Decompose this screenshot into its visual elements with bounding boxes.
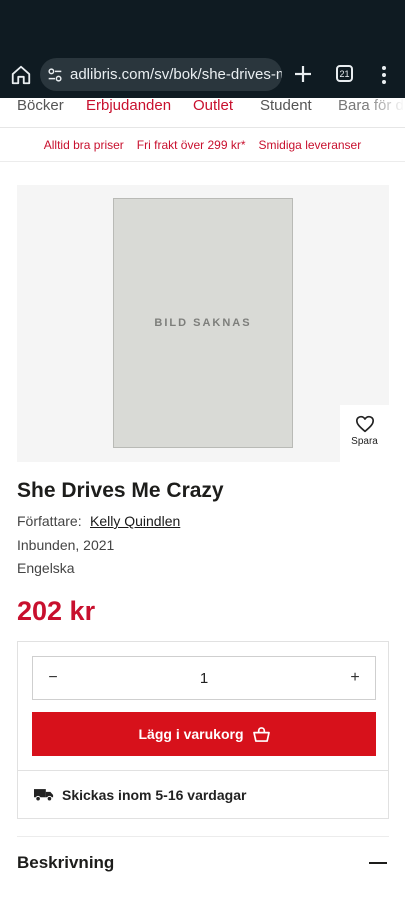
decrement-button[interactable]: − — [45, 669, 61, 687]
url-text[interactable]: adlibris.com/sv/bok/she-drives-me — [70, 66, 282, 83]
placeholder-text: BILD SAKNAS — [154, 317, 252, 329]
nav-item-outlet[interactable]: Outlet — [193, 98, 233, 114]
nav-fade — [365, 98, 405, 127]
site-settings-icon[interactable] — [46, 66, 64, 84]
tab-switcher-icon[interactable]: 21 — [336, 65, 353, 82]
usp-free-shipping: Fri frakt över 299 kr* — [136, 137, 246, 152]
nav-item-student[interactable]: Student — [260, 98, 312, 114]
usp-bar: Alltid bra priser Fri frakt över 299 kr*… — [0, 128, 405, 162]
author-link[interactable]: Kelly Quindlen — [90, 513, 180, 529]
tab-count: 21 — [339, 68, 350, 79]
category-nav: Böcker Erbjudanden Outlet Student Bara f… — [0, 98, 405, 128]
nav-item-erbjudanden[interactable]: Erbjudanden — [86, 98, 171, 114]
collapse-icon[interactable] — [369, 861, 387, 864]
shipping-text: Skickas inom 5-16 vardagar — [62, 787, 247, 803]
overflow-menu-icon[interactable] — [378, 64, 390, 86]
increment-button[interactable]: + — [347, 669, 363, 687]
product-price: 202 kr — [17, 596, 96, 626]
home-icon[interactable] — [10, 64, 32, 86]
missing-image-placeholder: BILD SAKNAS — [113, 198, 293, 448]
new-tab-icon[interactable] — [293, 64, 313, 84]
author-label: Författare: — [17, 513, 82, 529]
product-language: Engelska — [17, 560, 75, 576]
quantity-value[interactable]: 1 — [200, 670, 208, 687]
quantity-stepper: − 1 + — [32, 656, 376, 700]
usp-prices: Alltid bra priser — [43, 137, 124, 152]
save-button[interactable]: Spara — [340, 405, 389, 462]
usp-delivery: Smidiga leveranser — [258, 137, 362, 152]
heart-icon — [355, 415, 374, 433]
address-bar[interactable]: adlibris.com/sv/bok/she-drives-me — [40, 58, 282, 91]
save-label: Spara — [351, 436, 378, 447]
add-to-cart-button[interactable]: Lägg i varukorg — [32, 712, 376, 756]
truck-icon — [34, 789, 54, 802]
product-format: Inbunden, 2021 — [17, 537, 115, 553]
product-image-area: BILD SAKNAS Spara — [17, 185, 389, 462]
description-accordion[interactable]: Beskrivning — [17, 836, 389, 888]
add-to-cart-label: Lägg i varukorg — [138, 726, 244, 742]
nav-item-bocker[interactable]: Böcker — [17, 98, 64, 114]
shipping-info: Skickas inom 5-16 vardagar — [18, 770, 388, 819]
description-title: Beskrivning — [17, 852, 115, 872]
buy-box: − 1 + Lägg i varukorg Skickas inom 5-16 … — [17, 641, 389, 819]
product-title: She Drives Me Crazy — [17, 479, 224, 502]
basket-icon — [252, 726, 270, 742]
browser-toolbar: adlibris.com/sv/bok/she-drives-me 21 — [0, 0, 405, 98]
